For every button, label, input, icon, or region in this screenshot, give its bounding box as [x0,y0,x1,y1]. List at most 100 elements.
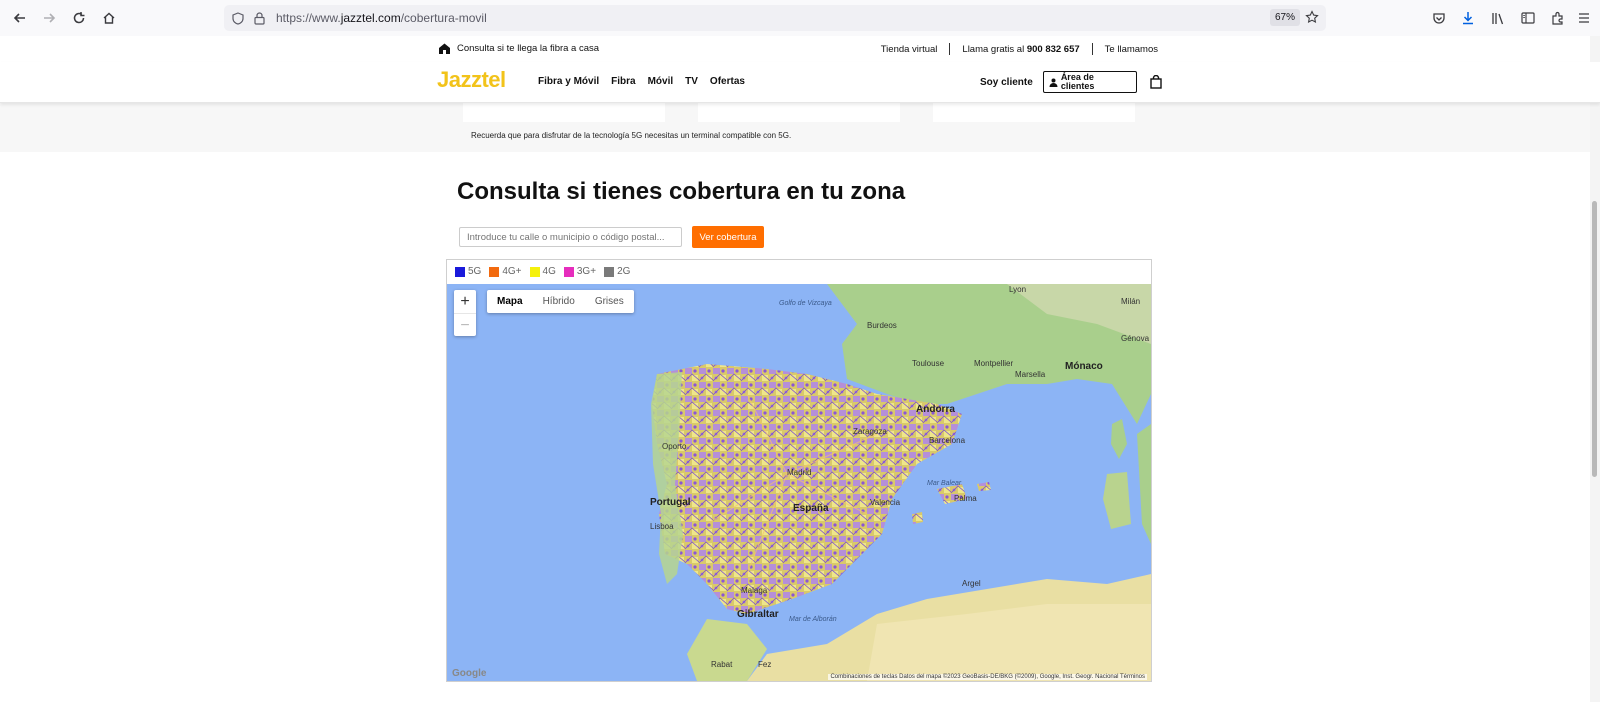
zoom-in-button[interactable]: + [454,290,476,313]
map-label-fez: Fez [758,660,772,669]
legend-swatch [563,266,574,277]
nav-link-movil[interactable]: Móvil [648,76,674,87]
soy-cliente-link[interactable]: Soy cliente [980,77,1033,88]
top-utility-bar: Consulta si te llega la fibra a casa Tie… [0,36,1600,62]
plan-card [463,102,665,122]
legend-item-3g-plus: 3G+ [563,266,597,277]
map-label-milan: Milán [1121,297,1141,306]
map-label-marsella: Marsella [1015,370,1046,379]
legend-label: 4G+ [502,266,522,277]
reload-icon[interactable] [67,6,91,30]
5g-terminal-note: Recuerda que para disfrutar de la tecnol… [471,131,792,140]
divider [949,43,951,55]
legend-label: 3G+ [576,266,597,277]
map-label-barcelona: Barcelona [929,436,966,445]
google-logo[interactable]: Google [452,668,486,679]
store-link[interactable]: Tienda virtual [881,44,938,55]
nav-link-fibra-movil[interactable]: Fibra y Móvil [538,76,599,87]
legend-item-5g: 5G [455,266,481,277]
legend-item-4g-plus: 4G+ [489,266,522,277]
jazztel-logo[interactable]: Jazztel [437,67,506,93]
home-icon[interactable] [97,6,121,30]
map-label-monaco: Mónaco [1065,361,1103,372]
map-label-mar-alboran: Mar de Alborán [789,616,837,623]
coverage-map[interactable]: + − Mapa Híbrido Grises Portugal España … [447,284,1151,681]
plans-band: Recuerda que para disfrutar de la tecnol… [0,102,1600,152]
fiber-check-text: Consulta si te llega la fibra a casa [457,43,600,54]
sidebar-icon[interactable] [1517,7,1539,29]
map-label-golfo-vizcaya: Golfo de Vizcaya [779,300,832,307]
download-icon[interactable] [1457,7,1479,29]
map-attribution[interactable]: Combinaciones de teclas Datos del mapa ©… [828,674,1147,680]
house-icon [439,43,450,54]
main-navigation: Jazztel Fibra y Móvil Fibra Móvil TV Ofe… [0,62,1600,103]
phone-number: 900 832 657 [1026,43,1080,55]
coverage-legend: 5G 4G+ 4G 3G+ 2G [455,266,630,277]
legend-swatch [489,266,500,277]
ver-cobertura-button[interactable]: Ver cobertura [692,226,764,248]
area-clientes-label: Área de clientes [1060,72,1095,91]
divider [1091,43,1093,55]
forward-icon[interactable] [37,6,61,30]
map-type-selector: Mapa Híbrido Grises [487,290,634,313]
nav-links: Fibra y Móvil Fibra Móvil TV Ofertas [538,76,745,87]
map-label-genova: Génova [1121,334,1150,343]
zoom-out-button[interactable]: − [454,313,476,337]
plan-card [933,102,1135,122]
call-free-link[interactable]: Llama gratis al 900 832 657 [962,44,1079,55]
coverage-map-frame: 5G 4G+ 4G 3G+ 2G + − Mapa Híbrido Grises… [446,259,1152,682]
legend-item-4g: 4G [529,266,556,277]
map-label-portugal: Portugal [650,497,691,508]
cart-icon[interactable] [1149,74,1163,90]
map-label-madrid: Madrid [787,468,812,477]
pocket-icon[interactable] [1428,7,1450,29]
bookmark-star-icon[interactable] [1302,7,1322,27]
zoom-level-badge[interactable]: 67% [1270,9,1301,26]
legend-swatch [455,266,465,277]
map-label-mar-balear: Mar Balear [927,480,962,487]
legend-label: 4G [542,266,556,277]
library-icon[interactable] [1487,7,1509,29]
extensions-icon[interactable] [1547,7,1569,29]
fiber-check-link[interactable]: Consulta si te llega la fibra a casa [438,42,599,55]
url-text[interactable]: https://www.jazztel.com/cobertura-movil [276,11,487,25]
map-zoom-control: + − [454,290,476,336]
map-label-rabat: Rabat [711,660,733,669]
map-label-malaga: Malaga [741,586,768,595]
map-label-oporto: Oporto [662,442,687,451]
browser-toolbar: https://www.jazztel.com/cobertura-movil … [0,0,1600,37]
map-type-hibrido[interactable]: Híbrido [533,290,585,313]
area-clientes-button[interactable]: Área de clientes [1042,71,1137,93]
shield-icon[interactable] [230,10,246,26]
map-label-burdeos: Burdeos [867,321,897,330]
legend-item-2g: 2G [604,266,630,277]
plan-card [698,102,900,122]
map-label-gibraltar: Gibraltar [737,609,779,620]
nav-link-fibra[interactable]: Fibra [611,76,635,87]
menu-icon[interactable] [1573,7,1595,29]
map-label-montpellier: Montpellier [974,359,1014,368]
page-scrollbar[interactable] [1590,36,1600,702]
map-type-mapa[interactable]: Mapa [487,290,533,313]
user-icon [1049,78,1058,87]
legend-swatch [604,266,615,277]
map-label-valencia: Valencia [870,498,901,507]
url-bar[interactable]: https://www.jazztel.com/cobertura-movil [224,5,1326,31]
back-icon[interactable] [8,6,32,30]
legend-swatch [529,266,540,277]
nav-link-ofertas[interactable]: Ofertas [710,76,745,87]
legend-label: 5G [468,266,482,277]
map-label-espana: España [793,503,829,514]
coverage-title: Consulta si tienes cobertura en tu zona [457,178,906,205]
scrollbar-thumb[interactable] [1592,201,1597,477]
map-label-lyon: Lyon [1009,285,1027,294]
callback-link[interactable]: Te llamamos [1105,44,1158,55]
map-label-andorra: Andorra [916,404,955,415]
map-label-toulouse: Toulouse [912,359,945,368]
nav-link-tv[interactable]: TV [685,76,698,87]
lock-icon[interactable] [251,10,267,26]
map-label-zaragoza: Zaragoza [853,427,887,436]
coverage-search-input[interactable] [459,227,682,247]
map-type-grises[interactable]: Grises [585,290,634,313]
legend-label: 2G [617,266,631,277]
